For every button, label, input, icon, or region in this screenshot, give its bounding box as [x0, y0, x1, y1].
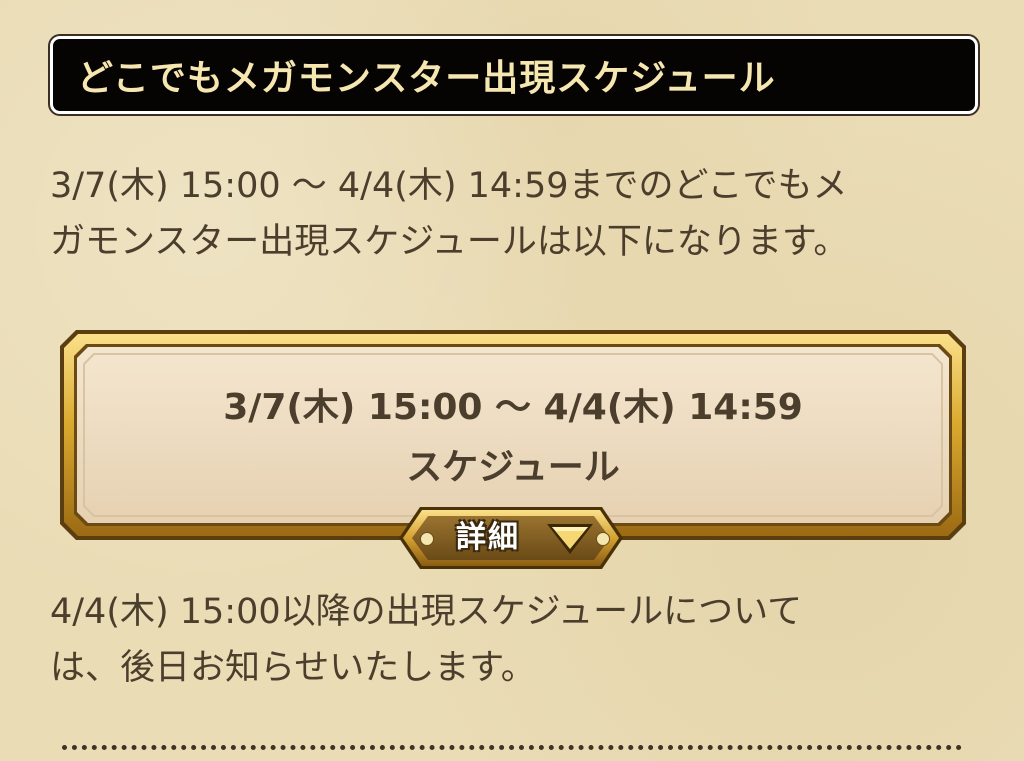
intro-line-2: ガモンスター出現スケジュールは以下になります。	[50, 222, 849, 262]
triangle-down-icon	[547, 524, 593, 554]
detail-button-label: 詳細	[456, 520, 520, 555]
detail-button[interactable]: 詳細	[398, 506, 624, 570]
section-header: どこでもメガモンスター出現スケジュール	[50, 36, 978, 114]
schedule-text: 3/7(木) 15:00 〜 4/4(木) 14:59 スケジュール	[58, 378, 968, 498]
dotted-divider	[62, 745, 962, 750]
notice-line-1: 4/4(木) 15:00以降の出現スケジュールについて	[50, 592, 803, 632]
notice-line-2: は、後日お知らせいたします。	[50, 648, 536, 688]
detail-ornament-left	[420, 532, 434, 546]
intro-paragraph: 3/7(木) 15:00 〜 4/4(木) 14:59までのどこでもメ ガモンス…	[50, 158, 980, 270]
detail-ornament-right	[596, 532, 610, 546]
schedule-label: スケジュール	[406, 447, 620, 488]
notice-paragraph: 4/4(木) 15:00以降の出現スケジュールについて は、後日お知らせいたしま…	[50, 584, 980, 696]
intro-line-1: 3/7(木) 15:00 〜 4/4(木) 14:59までのどこでもメ	[50, 166, 848, 206]
page-title: どこでもメガモンスター出現スケジュール	[77, 58, 776, 99]
schedule-period: 3/7(木) 15:00 〜 4/4(木) 14:59	[223, 387, 803, 428]
